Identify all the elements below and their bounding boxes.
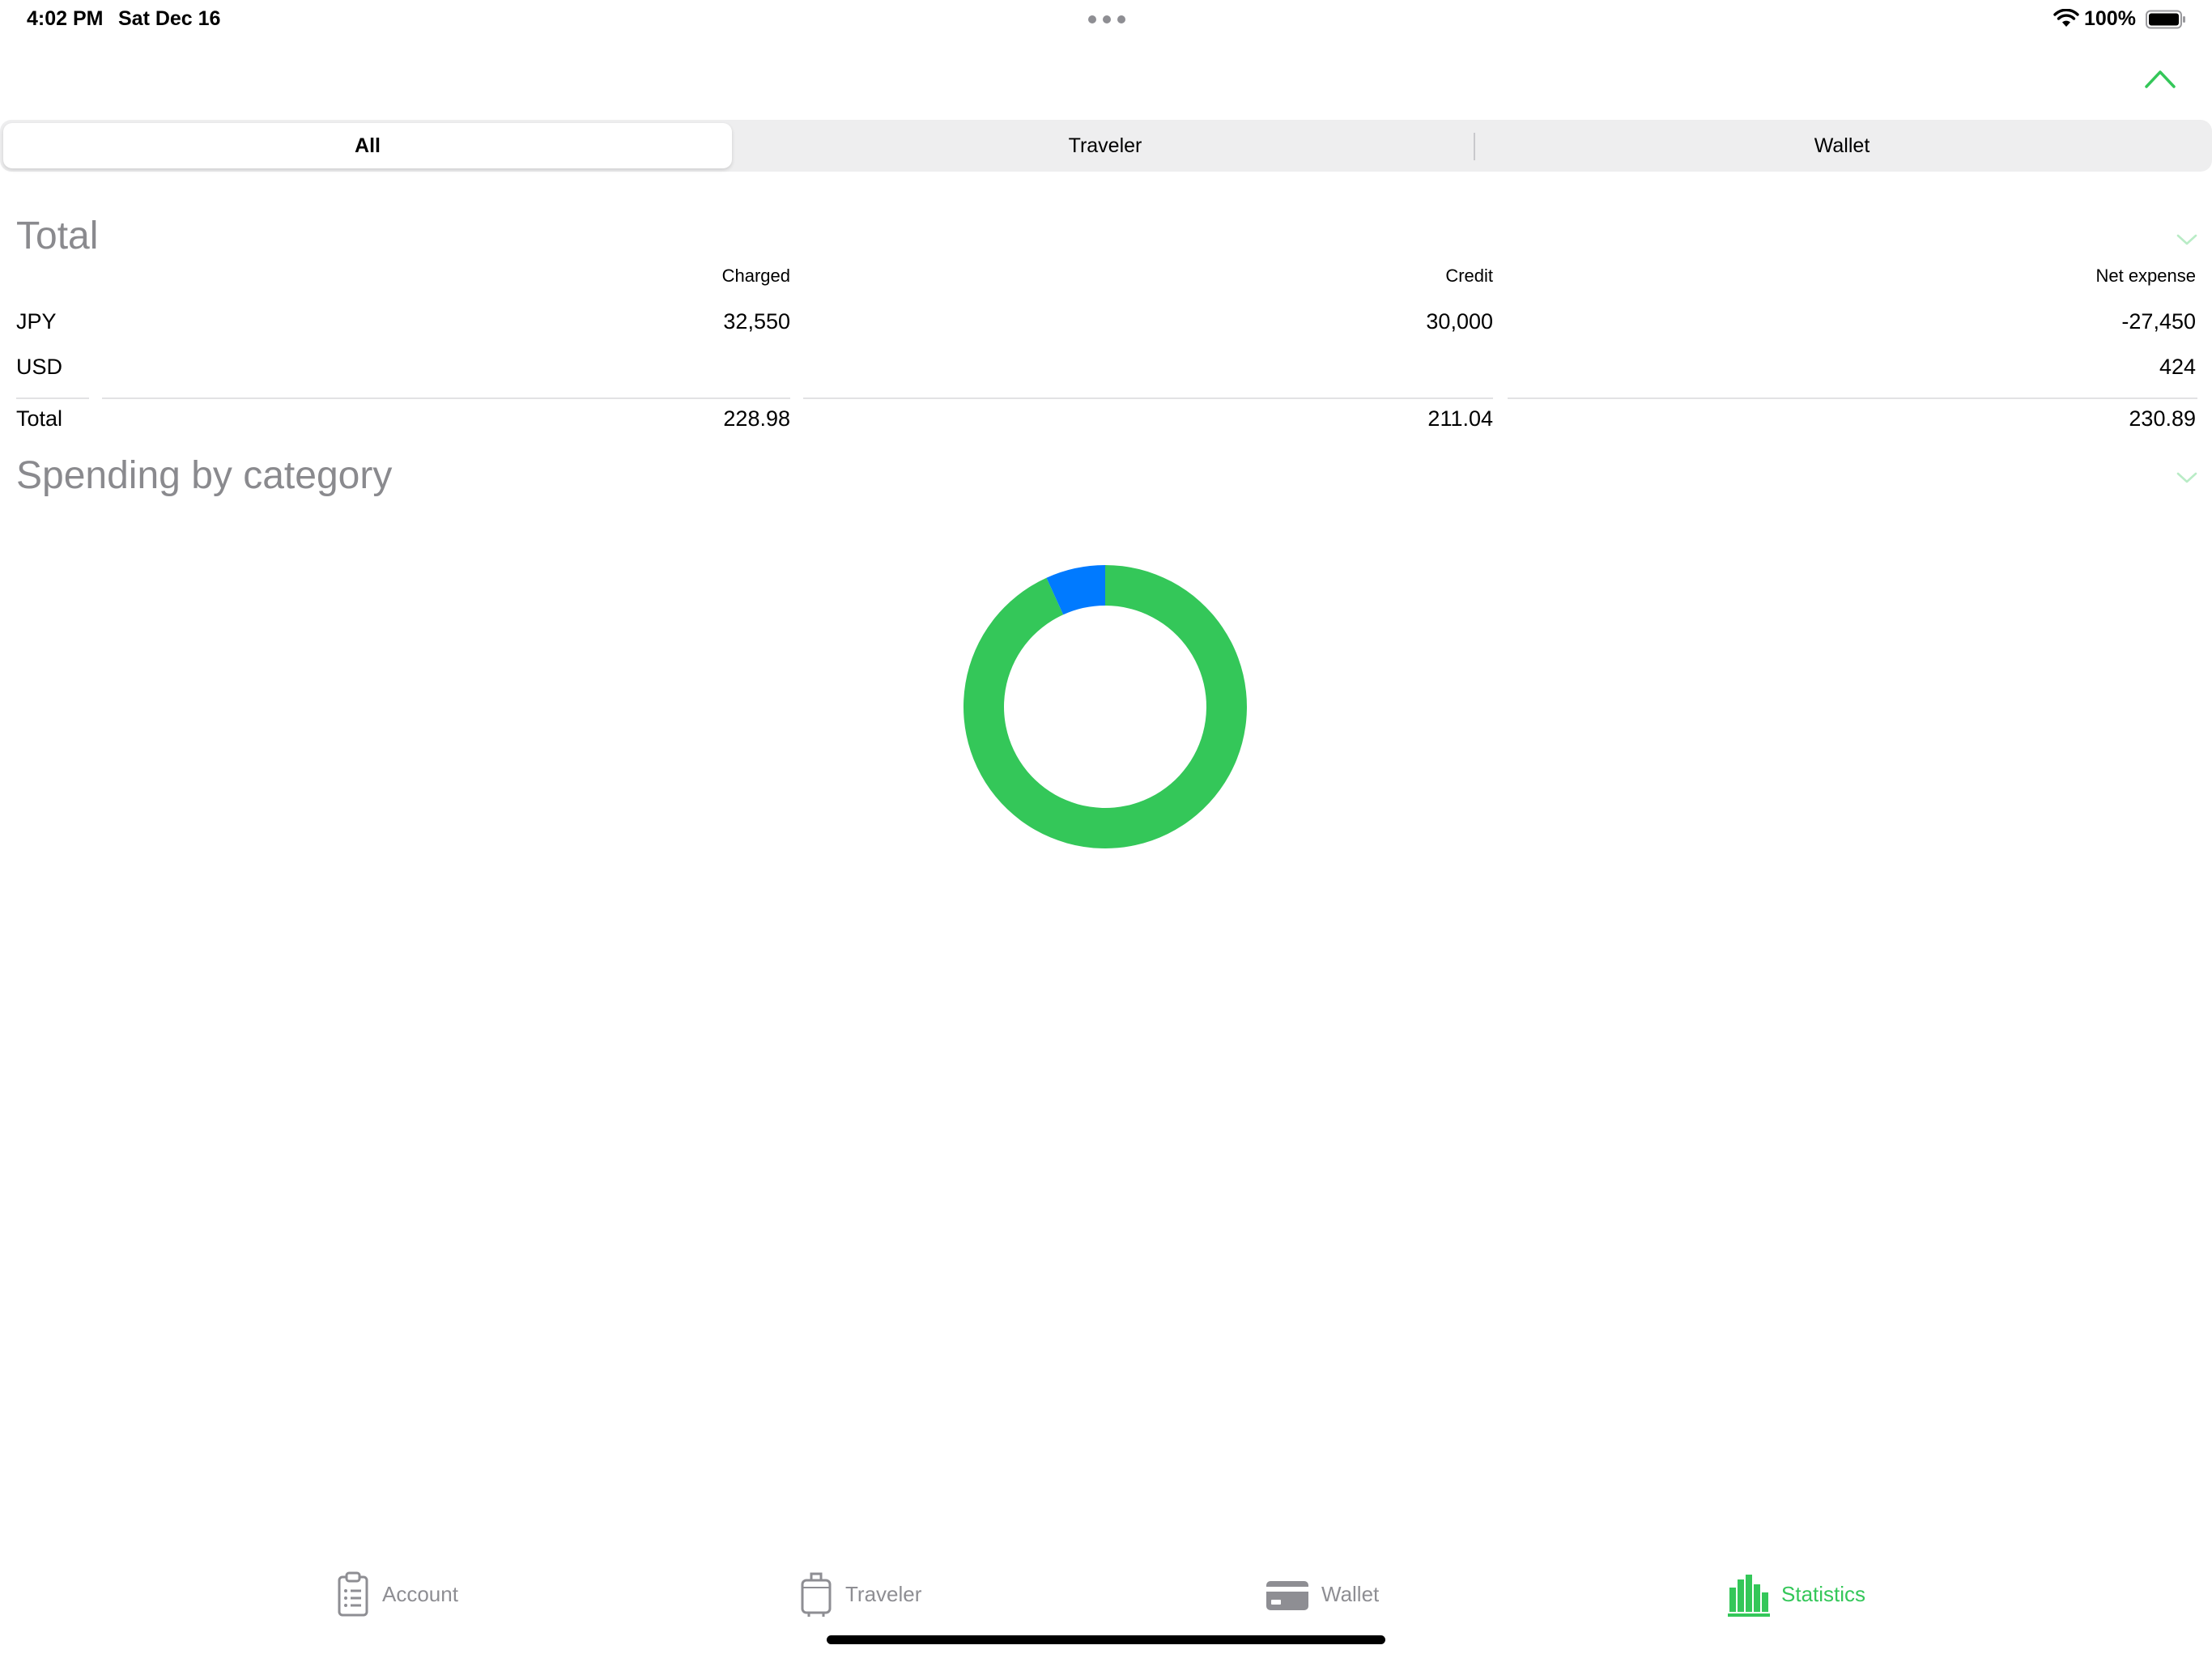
status-bar: 4:02 PM Sat Dec 16 100% [0, 0, 2212, 39]
divider [803, 397, 1493, 399]
suitcase-icon [801, 1572, 832, 1617]
total-credit: 211.04 [1427, 406, 1493, 431]
status-date: Sat Dec 16 [118, 7, 221, 30]
row-label-total: Total [16, 406, 63, 431]
divider [102, 397, 790, 399]
tab-account[interactable]: Account [335, 1567, 458, 1621]
segmented-control: All Traveler Wallet [0, 120, 2212, 172]
bar-chart-icon [1728, 1575, 1770, 1617]
tab-label: Account [382, 1581, 458, 1606]
column-header-credit: Credit [1445, 266, 1493, 286]
tab-statistics[interactable]: Statistics [1728, 1567, 1865, 1621]
tab-label: Wallet [1321, 1581, 1380, 1606]
divider [1508, 397, 2197, 399]
status-time: 4:02 PM [27, 7, 104, 30]
wifi-icon [2053, 9, 2079, 27]
spending-donut-chart[interactable] [963, 565, 1247, 848]
divider [16, 397, 89, 399]
segment-traveler[interactable]: Traveler [737, 123, 1474, 168]
tab-label: Statistics [1781, 1581, 1866, 1606]
usd-net-expense: 424 [2159, 355, 2196, 379]
column-header-net-expense: Net expense [2095, 266, 2196, 286]
column-header-charged: Charged [721, 266, 790, 286]
spending-section-title: Spending by category [16, 454, 393, 497]
clipboard-icon [338, 1571, 368, 1617]
battery-icon [2146, 10, 2185, 29]
jpy-net-expense: -27,450 [2121, 309, 2196, 334]
tab-traveler[interactable]: Traveler [798, 1567, 921, 1621]
segment-wallet[interactable]: Wallet [1475, 123, 2209, 168]
jpy-charged: 32,550 [723, 309, 790, 334]
card-icon [1266, 1581, 1308, 1610]
chevron-up-icon[interactable] [2144, 68, 2176, 89]
row-label-usd: USD [16, 355, 63, 379]
home-indicator[interactable] [827, 1635, 1385, 1644]
donut-slice-1[interactable] [963, 565, 1247, 848]
multitasking-dots-icon[interactable] [1088, 15, 1125, 23]
tab-wallet[interactable]: Wallet [1265, 1567, 1379, 1621]
total-net-expense: 230.89 [2129, 406, 2196, 431]
total-section-title: Total [16, 215, 99, 257]
segment-all[interactable]: All [3, 123, 732, 168]
chevron-down-icon[interactable] [2176, 233, 2197, 246]
chevron-down-icon[interactable] [2176, 471, 2197, 484]
row-label-jpy: JPY [16, 309, 57, 334]
jpy-credit: 30,000 [1426, 309, 1493, 334]
tab-label: Traveler [845, 1581, 922, 1606]
battery-percentage: 100% [2084, 7, 2136, 30]
total-charged: 228.98 [723, 406, 790, 431]
